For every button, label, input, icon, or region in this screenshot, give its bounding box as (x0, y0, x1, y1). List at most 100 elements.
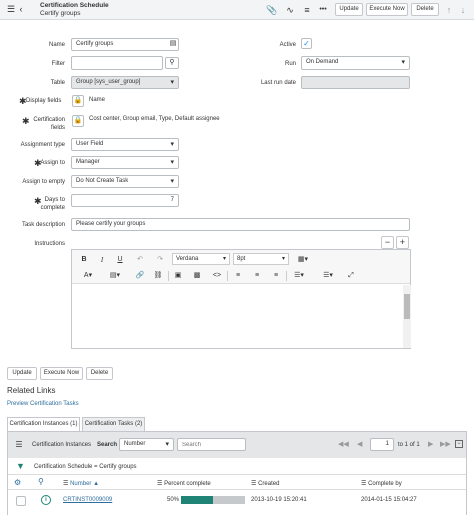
column-menu-icon[interactable]: ☰ (63, 481, 68, 487)
image-icon[interactable]: ▣ (173, 271, 183, 281)
align-left-icon[interactable]: ≡ (233, 271, 243, 281)
arrow-up-icon[interactable]: ↑ (444, 5, 454, 15)
activity-icon[interactable]: ∿ (284, 5, 296, 15)
undo-icon[interactable]: ↶ (135, 255, 145, 265)
row-checkbox[interactable] (16, 496, 26, 506)
link-icon[interactable]: 🔗 (135, 271, 145, 281)
list-menu-icon[interactable]: ☰ (14, 440, 24, 450)
days-to-complete-label: Days to (44, 197, 65, 203)
next-page-icon[interactable]: ▶ (428, 440, 433, 448)
prev-page-icon[interactable]: ◀ (357, 440, 362, 448)
sliders-icon[interactable]: ≡ (301, 5, 313, 15)
collapse-button[interactable]: − (381, 236, 394, 249)
header-execute-now-button[interactable]: Execute Now (366, 3, 408, 16)
run-select[interactable]: On Demand (301, 56, 410, 70)
fullscreen-icon[interactable]: ⤢ (346, 271, 356, 281)
assign-to-select[interactable]: Manager (71, 156, 179, 169)
editor-scroll-thumb[interactable] (404, 294, 410, 319)
column-menu-icon[interactable]: ☰ (157, 481, 162, 487)
text-color-icon[interactable]: A▾ (79, 271, 97, 281)
align-right-icon[interactable]: ≡ (271, 271, 281, 281)
column-number-label[interactable]: Number (70, 481, 91, 487)
table-row: i CRTINST0009009 50% 2013-10-19 15:20:41… (8, 490, 466, 512)
caret-down-icon: ▾ (222, 256, 226, 262)
column-percent-complete-label[interactable]: Percent complete (164, 481, 211, 487)
form-subtitle: Certify groups (40, 10, 81, 17)
editor-scrollbar[interactable] (403, 285, 411, 348)
expand-button[interactable]: + (396, 236, 409, 249)
tab-certification-tasks[interactable]: Certification Tasks (2) (82, 417, 145, 431)
bullet-list-icon[interactable]: ☰▾ (290, 271, 308, 281)
page-number-field[interactable]: 1 (370, 438, 394, 451)
progress-fill (181, 496, 213, 504)
align-center-icon[interactable]: ≡ (252, 271, 262, 281)
last-page-icon[interactable]: ▶▶ (440, 440, 451, 448)
unlink-icon[interactable]: ⛓ (153, 271, 163, 281)
name-field[interactable]: Certify groups (71, 38, 179, 51)
display-fields-value: Name (89, 97, 106, 103)
lock-icon[interactable]: 🔒 (72, 95, 84, 107)
more-icon[interactable]: ••• (317, 5, 329, 15)
days-to-complete-field[interactable]: 7 (71, 194, 179, 207)
form-details-icon[interactable]: ▤ (168, 39, 178, 49)
editor-body[interactable] (72, 285, 402, 348)
column-complete-by[interactable]: ☰ Complete by (361, 480, 402, 487)
hamburger-icon[interactable]: ☰ (6, 4, 16, 14)
column-complete-by-label[interactable]: Complete by (368, 481, 402, 487)
active-checkbox[interactable]: ✓ (301, 38, 312, 49)
redo-icon[interactable]: ↷ (155, 255, 165, 265)
last-run-date-label: Last run date (260, 80, 296, 86)
tab-certification-instances-label: Certification Instances (1) (9, 421, 78, 427)
column-percent-complete[interactable]: ☰ Percent complete (157, 480, 211, 487)
gear-icon[interactable]: ⚙ (14, 478, 21, 487)
italic-icon[interactable]: I (97, 255, 107, 265)
search-icon[interactable]: ⚲ (38, 477, 44, 486)
row-number-link[interactable]: CRTINST0009009 (63, 497, 112, 503)
search-field-select[interactable]: Number (119, 438, 174, 451)
column-created-label[interactable]: Created (258, 481, 279, 487)
row-created: 2013-10-19 15:20:41 (251, 497, 307, 503)
font-family-select[interactable]: Verdana ▾ (172, 253, 230, 265)
font-size-select[interactable]: 8pt ▾ (233, 253, 289, 265)
assignment-type-select[interactable]: User Field (71, 138, 179, 151)
filter-icon[interactable]: ▼ (16, 461, 25, 471)
column-created[interactable]: ☰ Created (251, 480, 279, 487)
table-select[interactable]: Group [sys_user_group] (71, 76, 179, 89)
search-icon[interactable]: ⚲ (165, 57, 179, 69)
info-icon[interactable]: i (41, 495, 51, 505)
header-update-button[interactable]: Update (335, 3, 363, 16)
execute-now-button[interactable]: Execute Now (40, 367, 83, 380)
first-page-icon[interactable]: ◀◀ (338, 440, 349, 448)
header-delete-button[interactable]: Delete (411, 3, 439, 16)
assignment-type-label: Assignment type (20, 142, 65, 148)
preview-certification-tasks-link[interactable]: Preview Certification Tasks (7, 401, 79, 407)
column-menu-icon[interactable]: ☰ (361, 481, 366, 487)
column-number[interactable]: ☰ Number ▲ (63, 480, 99, 487)
code-icon[interactable]: <> (211, 271, 223, 281)
number-list-icon[interactable]: ☰▾ (319, 271, 337, 281)
delete-button[interactable]: Delete (86, 367, 113, 380)
list-title: Certification Instances (32, 442, 92, 448)
bg-color-icon[interactable]: ▤▾ (106, 271, 124, 281)
list-collapse-icon[interactable]: − (455, 440, 463, 448)
caret-down-icon: ▾ (281, 256, 285, 262)
task-description-field[interactable]: Please certify your groups (71, 218, 410, 231)
column-menu-icon[interactable]: ☰ (251, 481, 256, 487)
lock-icon[interactable]: 🔒 (72, 115, 84, 127)
tab-certification-instances[interactable]: Certification Instances (1) (7, 417, 80, 431)
table-icon[interactable]: ▦▾ (294, 255, 312, 265)
arrow-down-icon[interactable]: ↓ (458, 5, 468, 15)
assign-to-empty-select[interactable]: Do Not Create Task (71, 175, 179, 188)
toolbar-divider (286, 271, 287, 281)
update-button[interactable]: Update (7, 367, 37, 380)
related-links-title: Related Links (7, 386, 56, 395)
list-search-input[interactable] (177, 438, 246, 451)
underline-icon[interactable]: U (115, 255, 125, 265)
paperclip-icon[interactable]: 📎 (266, 5, 277, 15)
certification-fields-value: Cost center, Group email, Type, Default … (89, 116, 220, 122)
task-description-label: Task description (21, 222, 65, 228)
chevron-left-icon[interactable]: ‹ (17, 4, 25, 14)
filter-field[interactable] (71, 56, 163, 70)
bold-icon[interactable]: B (79, 255, 89, 265)
media-icon[interactable]: ▩ (192, 271, 202, 281)
